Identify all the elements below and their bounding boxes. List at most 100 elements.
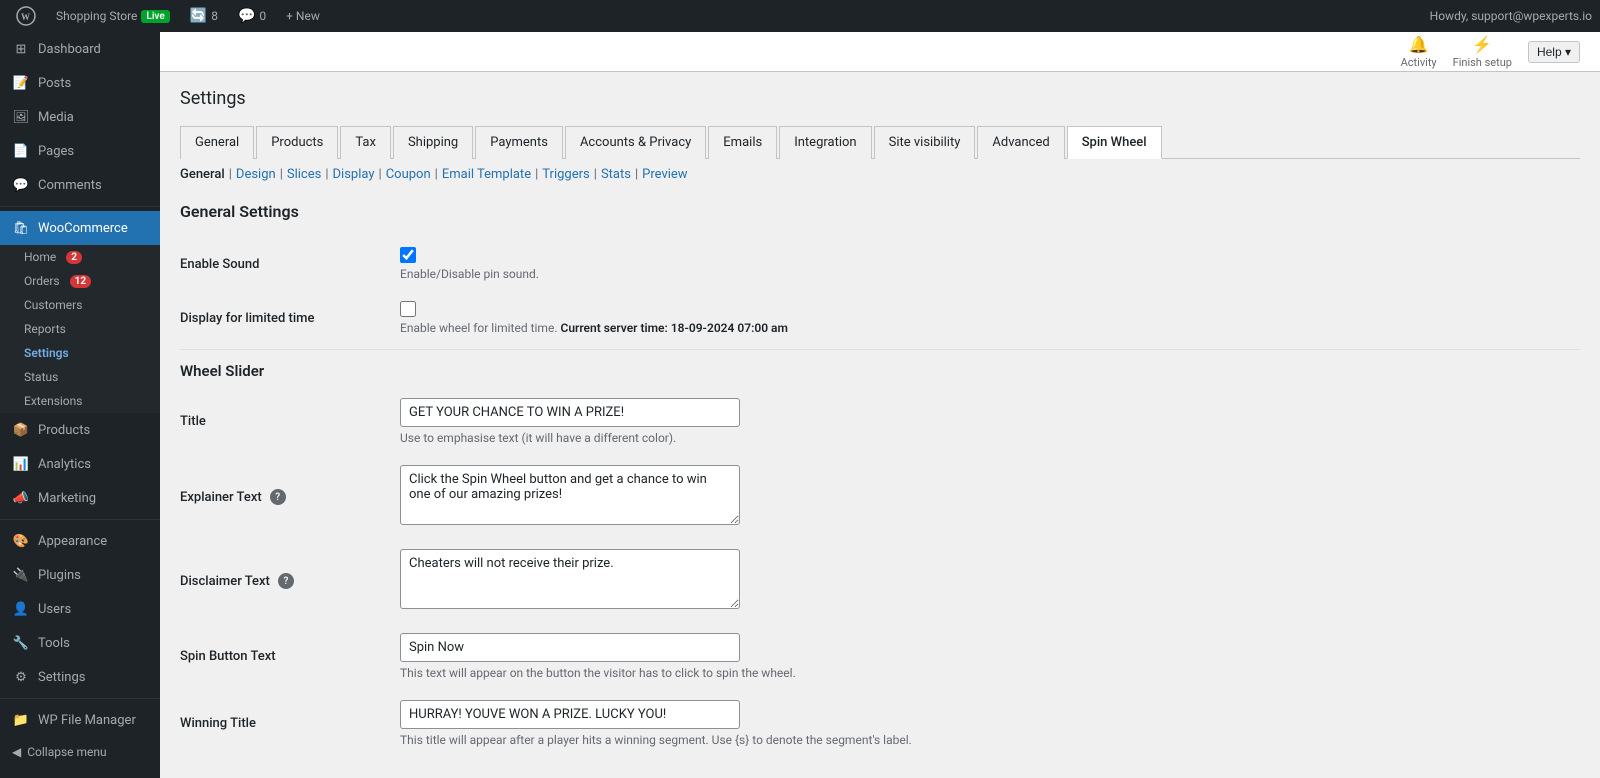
tab-products[interactable]: Products (256, 126, 338, 159)
spin-button-text-row: Spin Button Text This text will appear o… (180, 623, 1580, 690)
subnav-coupon[interactable]: Coupon (386, 167, 431, 182)
sidebar-item-dashboard[interactable]: ⊞ Dashboard (0, 32, 160, 66)
adminbar-wp-logo[interactable]: W (8, 0, 44, 32)
subnav-stats[interactable]: Stats (601, 167, 631, 182)
file-manager-icon: 📁 (12, 711, 30, 729)
sidebar-item-woo-orders[interactable]: Orders 12 (0, 269, 160, 293)
subnav-display[interactable]: Display (333, 167, 375, 182)
collapse-icon: ◀ (12, 745, 21, 759)
adminbar-comments[interactable]: 💬 0 (230, 0, 274, 32)
winning-title-label: Winning Title (180, 690, 400, 757)
enable-sound-label: Enable Sound (180, 237, 400, 291)
sidebar-item-wp-file-manager[interactable]: 📁 WP File Manager (0, 703, 160, 737)
subnav-triggers[interactable]: Triggers (542, 167, 589, 182)
sidebar-item-woo-customers[interactable]: Customers (0, 293, 160, 317)
sidebar-item-settings[interactable]: ⚙ Settings (0, 660, 160, 694)
spin-button-text-label: Spin Button Text (180, 623, 400, 690)
winning-title-input[interactable] (400, 700, 740, 729)
sidebar-item-tools[interactable]: 🔧 Tools (0, 626, 160, 660)
tab-spin-wheel[interactable]: Spin Wheel (1067, 126, 1162, 159)
collapse-menu[interactable]: ◀ Collapse menu (0, 737, 160, 767)
sidebar-item-media[interactable]: 🖼 Media (0, 100, 160, 134)
subnav-design[interactable]: Design (236, 167, 276, 182)
adminbar-updates[interactable]: 🔄 8 (182, 0, 226, 32)
sidebar-item-products[interactable]: 📦 Products (0, 413, 160, 447)
analytics-icon: 📊 (12, 455, 30, 473)
enable-sound-description: Enable/Disable pin sound. (400, 267, 1580, 281)
sidebar-item-woo-extensions[interactable]: Extensions (0, 389, 160, 413)
subnav-email-template[interactable]: Email Template (442, 167, 531, 182)
adminbar-new[interactable]: + New (278, 0, 328, 32)
sidebar-item-appearance[interactable]: 🎨 Appearance (0, 524, 160, 558)
tab-site-visibility[interactable]: Site visibility (874, 126, 976, 159)
title-description: Use to emphasise text (it will have a di… (400, 431, 1580, 445)
tab-general[interactable]: General (180, 126, 254, 159)
winning-title-description: This title will appear after a player hi… (400, 733, 1580, 747)
explainer-text-help-icon[interactable]: ? (270, 489, 286, 505)
tab-integration[interactable]: Integration (779, 126, 871, 159)
tab-accounts-privacy[interactable]: Accounts & Privacy (565, 126, 706, 159)
disclaimer-text-cell: Cheaters will not receive their prize. (400, 539, 1580, 623)
svg-text:W: W (21, 12, 30, 22)
display-limited-time-checkbox[interactable] (400, 301, 416, 317)
spin-button-text-description: This text will appear on the button the … (400, 666, 1580, 680)
appearance-icon: 🎨 (12, 532, 30, 550)
settings-icon: ⚙ (12, 668, 30, 686)
tab-emails[interactable]: Emails (708, 126, 777, 159)
sidebar-item-woo-home[interactable]: Home 2 (0, 245, 160, 269)
display-limited-time-cell: Enable wheel for limited time. Current s… (400, 291, 1580, 345)
disclaimer-text-input[interactable]: Cheaters will not receive their prize. (400, 549, 740, 609)
admin-bar: W Shopping Store Live 🔄 8 💬 0 + New Howd… (0, 0, 1600, 32)
tab-shipping[interactable]: Shipping (393, 126, 473, 159)
subnav-slices[interactable]: Slices (287, 167, 321, 182)
general-settings-title: General Settings (180, 202, 1580, 221)
media-icon: 🖼 (12, 108, 30, 126)
dashboard-icon: ⊞ (12, 40, 30, 58)
products-icon: 📦 (12, 421, 30, 439)
page-title: Settings (180, 88, 1580, 109)
help-button[interactable]: Help ▾ (1528, 41, 1580, 63)
disclaimer-text-row: Disclaimer Text ? Cheaters will not rece… (180, 539, 1580, 623)
sidebar-item-plugins[interactable]: 🔌 Plugins (0, 558, 160, 592)
enable-sound-checkbox[interactable] (400, 247, 416, 263)
tab-payments[interactable]: Payments (475, 126, 563, 159)
spin-button-text-input[interactable] (400, 633, 740, 662)
title-label: Title (180, 388, 400, 455)
disclaimer-text-help-icon[interactable]: ? (278, 573, 294, 589)
title-input[interactable] (400, 398, 740, 427)
pages-icon: 📄 (12, 142, 30, 160)
display-limited-time-label: Display for limited time (180, 291, 400, 345)
tab-tax[interactable]: Tax (340, 126, 391, 159)
sidebar-item-woo-status[interactable]: Status (0, 365, 160, 389)
sidebar-item-pages[interactable]: 📄 Pages (0, 134, 160, 168)
activity-icon: 🔔 (1409, 35, 1429, 54)
winning-title-cell: This title will appear after a player hi… (400, 690, 1580, 757)
sidebar-item-users[interactable]: 👤 Users (0, 592, 160, 626)
menu-sep-2 (0, 519, 160, 520)
explainer-text-input[interactable]: Click the Spin Wheel button and get a ch… (400, 465, 740, 525)
plugins-icon: 🔌 (12, 566, 30, 584)
enable-sound-row: Enable Sound Enable/Disable pin sound. (180, 237, 1580, 291)
settings-tabs: General Products Tax Shipping Payments A… (180, 125, 1580, 159)
sidebar-item-analytics[interactable]: 📊 Analytics (0, 447, 160, 481)
sidebar-item-comments[interactable]: 💬 Comments (0, 168, 160, 202)
marketing-icon: 📣 (12, 489, 30, 507)
sidebar-item-woo-reports[interactable]: Reports (0, 317, 160, 341)
display-limited-time-checkbox-wrap (400, 301, 1580, 317)
subnav-general[interactable]: General (180, 167, 225, 182)
wheel-slider-table: Title Use to emphasise text (it will hav… (180, 388, 1580, 757)
sidebar-item-woocommerce[interactable]: 🛍 WooCommerce (0, 211, 160, 245)
finish-setup-button[interactable]: ⚡ Finish setup (1453, 35, 1512, 69)
tab-advanced[interactable]: Advanced (977, 126, 1064, 159)
finish-setup-icon: ⚡ (1472, 35, 1492, 54)
menu-sep-1 (0, 206, 160, 207)
activity-button[interactable]: 🔔 Activity (1401, 35, 1437, 69)
sidebar-item-woo-settings[interactable]: Settings (0, 341, 160, 365)
sidebar-item-posts[interactable]: 📝 Posts (0, 66, 160, 100)
sidebar-item-marketing[interactable]: 📣 Marketing (0, 481, 160, 515)
adminbar-site-name[interactable]: Shopping Store Live (48, 0, 178, 32)
adminbar-user: Howdy, support@wpexperts.io (1430, 9, 1592, 23)
explainer-text-row: Explainer Text ? Click the Spin Wheel bu… (180, 455, 1580, 539)
subnav-preview[interactable]: Preview (642, 167, 687, 182)
general-settings-table: Enable Sound Enable/Disable pin sound. D… (180, 237, 1580, 345)
